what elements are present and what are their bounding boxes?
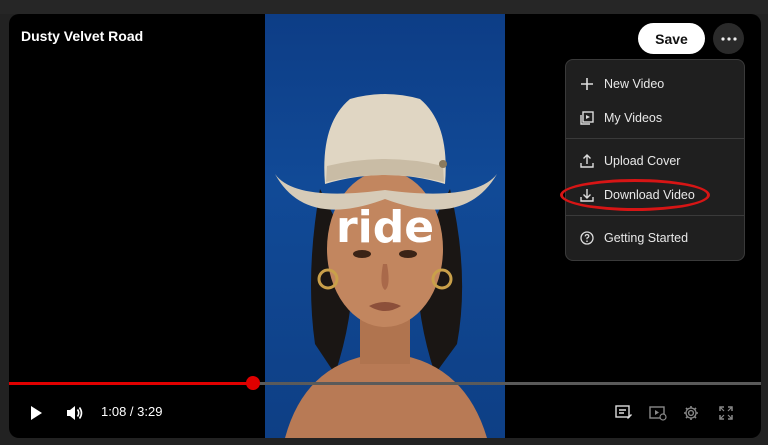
subtitles-edit-icon: [615, 405, 632, 419]
progress-handle[interactable]: [246, 376, 260, 390]
fullscreen-button[interactable]: [715, 402, 737, 424]
menu-divider: [566, 215, 744, 216]
upload-icon: [579, 153, 595, 169]
menu-item-my-videos[interactable]: My Videos: [566, 103, 744, 133]
video-overlay-text: ride: [335, 202, 435, 253]
menu-item-label: Upload Cover: [604, 154, 681, 168]
highlight-annotation: [560, 179, 710, 211]
menu-divider: [566, 138, 744, 139]
settings-gear-icon: [684, 406, 698, 420]
options-menu: New Video My Videos Upload Cover Downloa…: [565, 59, 745, 261]
progress-bar[interactable]: [9, 376, 761, 390]
menu-item-label: My Videos: [604, 111, 663, 125]
video-library-icon: [579, 110, 595, 126]
picture-settings-icon: [649, 406, 667, 421]
play-icon: [31, 406, 42, 420]
more-horizontal-icon: [720, 36, 737, 41]
volume-icon: [67, 406, 83, 420]
menu-item-label: New Video: [604, 77, 665, 91]
volume-button[interactable]: [64, 402, 86, 424]
video-frame[interactable]: ride: [265, 14, 505, 438]
play-button[interactable]: [25, 402, 47, 424]
subtitles-edit-button[interactable]: [613, 402, 635, 424]
settings-button[interactable]: [680, 402, 702, 424]
menu-item-label: Getting Started: [604, 231, 689, 245]
video-title: Dusty Velvet Road: [21, 28, 144, 44]
progress-fill: [9, 382, 253, 385]
save-button[interactable]: Save: [638, 23, 705, 54]
browser-backdrop: [0, 0, 768, 14]
fullscreen-icon: [719, 406, 733, 420]
menu-item-new-video[interactable]: New Video: [566, 69, 744, 99]
help-circle-icon: [579, 230, 595, 246]
picture-settings-button[interactable]: [647, 402, 669, 424]
menu-item-upload-cover[interactable]: Upload Cover: [566, 146, 744, 176]
video-player[interactable]: ride Dusty Velvet Road Save New Video My…: [9, 14, 761, 438]
more-options-button[interactable]: [713, 23, 744, 54]
time-display: 1:08 / 3:29: [101, 404, 163, 419]
plus-icon: [579, 76, 595, 92]
menu-item-getting-started[interactable]: Getting Started: [566, 223, 744, 253]
